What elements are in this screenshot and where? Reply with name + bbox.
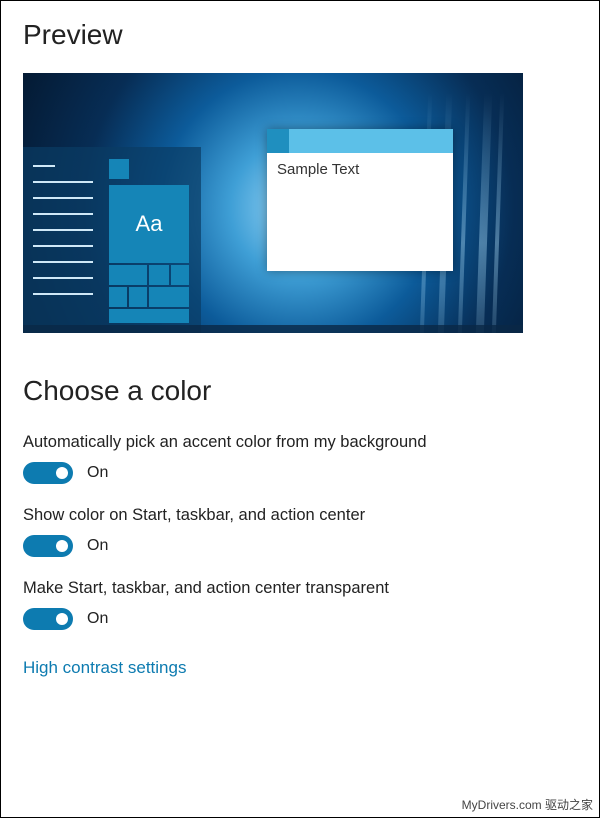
toggle-transparent[interactable]: [23, 608, 73, 630]
decoration-beam: [456, 93, 470, 333]
toggle-state-label: On: [87, 537, 108, 555]
setting-label: Make Start, taskbar, and action center t…: [23, 579, 577, 598]
setting-show-color: Show color on Start, taskbar, and action…: [23, 506, 577, 557]
toggle-auto-accent[interactable]: [23, 462, 73, 484]
setting-label: Show color on Start, taskbar, and action…: [23, 506, 577, 525]
font-sample-tile: Aa: [109, 185, 189, 263]
choose-color-heading: Choose a color: [23, 375, 577, 407]
toggle-state-label: On: [87, 464, 108, 482]
start-menu-preview: Aa: [23, 147, 201, 333]
taskbar-preview: [23, 325, 523, 333]
high-contrast-link[interactable]: High contrast settings: [23, 658, 186, 678]
setting-auto-accent: Automatically pick an accent color from …: [23, 433, 577, 484]
preview-heading: Preview: [23, 19, 577, 51]
sample-window-preview: Sample Text: [267, 129, 453, 271]
toggle-show-color[interactable]: [23, 535, 73, 557]
sample-window-titlebar: [267, 129, 453, 153]
decoration-beam: [474, 93, 492, 333]
setting-label: Automatically pick an accent color from …: [23, 433, 577, 452]
start-menu-tiles: Aa: [109, 159, 191, 323]
toggle-state-label: On: [87, 610, 108, 628]
sample-window-text: Sample Text: [267, 153, 453, 186]
start-menu-list: [33, 165, 93, 309]
color-preview-panel: Aa Sample Text: [23, 73, 523, 333]
setting-transparent: Make Start, taskbar, and action center t…: [23, 579, 577, 630]
decoration-beam: [490, 93, 504, 333]
watermark-text: MyDrivers.com 驱动之家: [462, 796, 593, 813]
